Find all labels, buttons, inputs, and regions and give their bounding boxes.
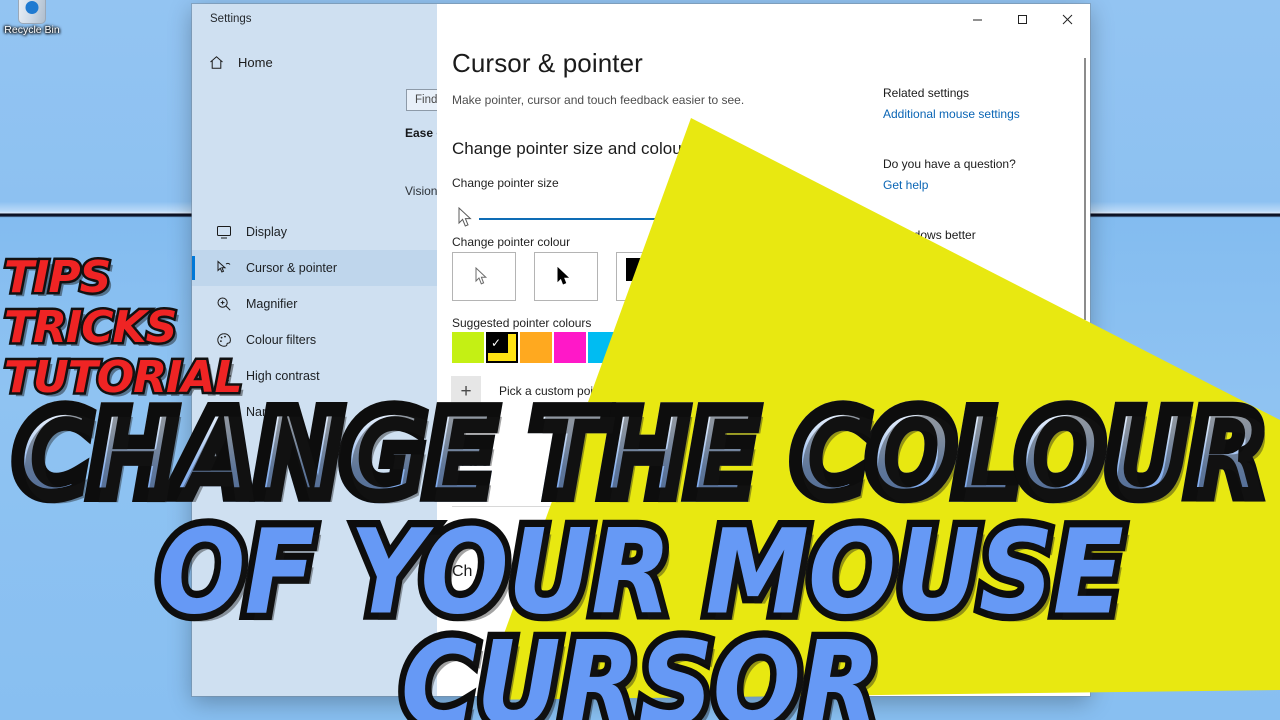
check-icon: ✓ — [491, 336, 502, 350]
monitor-icon — [215, 224, 232, 241]
recycle-bin-icon — [18, 0, 46, 24]
window-controls — [955, 4, 1090, 35]
sidebar-item-label: Cursor & pointer — [246, 261, 338, 275]
headline-line-2: OF YOUR MOUSE CURSOR — [151, 503, 1131, 720]
desktop-icon-recycle-bin[interactable]: Recycle Bin — [4, 0, 60, 36]
overlay-tricks: TRICKS — [2, 300, 180, 355]
cursor-preview-large-icon — [700, 195, 734, 247]
swatch-magenta[interactable] — [554, 332, 586, 363]
sidebar-item-label: Colour filters — [246, 333, 317, 347]
close-button[interactable] — [1045, 4, 1090, 35]
maximize-icon — [1018, 15, 1027, 24]
page-title: Cursor & pointer — [452, 48, 643, 78]
sidebar-group-label: Vision — [405, 184, 438, 198]
pointer-size-label: Change pointer size — [452, 176, 559, 190]
recycle-bin-label: Recycle Bin — [4, 24, 60, 36]
sidebar-item-home[interactable]: Home — [208, 54, 273, 71]
pointer-colour-label: Change pointer colour — [452, 235, 571, 249]
headline-line-1: CHANGE THE COLOUR — [0, 388, 1280, 519]
scrollbar-thumb[interactable] — [1084, 58, 1086, 320]
feedback-heading: n Windows better — [883, 228, 976, 242]
related-heading: Related settings — [883, 86, 970, 100]
custom-pointer-icon — [719, 271, 732, 289]
sidebar-item-label: High contrast — [246, 369, 320, 383]
page-subtitle: Make pointer, cursor and touch feedback … — [452, 93, 745, 107]
pointer-option-custom-colour[interactable]: ✓ — [698, 252, 762, 301]
related-block-2: Do you have a question? Get help — [883, 157, 1016, 192]
maximize-button[interactable] — [1000, 4, 1045, 35]
window-titlebar[interactable]: Settings — [192, 4, 1090, 36]
close-icon — [1062, 14, 1073, 25]
suggested-colour-swatches: ✓ — [452, 332, 722, 363]
swatch-red[interactable] — [690, 332, 722, 363]
give-feedback-link[interactable]: back — [883, 249, 976, 263]
swatch-orange[interactable] — [520, 332, 552, 363]
tips-tricks-tutorial-overlay: TIPS TRICKS TUTORIAL — [2, 250, 246, 405]
sidebar-item-display[interactable]: Display — [192, 214, 437, 250]
inverted-pointer-icon — [639, 272, 652, 290]
related-block-1: Related settings Additional mouse settin… — [883, 86, 1020, 121]
sidebar-home-label: Home — [238, 55, 273, 70]
swatch-cyan[interactable] — [588, 332, 620, 363]
pointer-option-black[interactable] — [534, 252, 598, 301]
cursor-preview-small-icon — [458, 206, 474, 234]
section-heading: Change pointer size and colour — [452, 139, 688, 158]
question-heading: Do you have a question? — [883, 157, 1016, 171]
get-help-link[interactable]: Get help — [883, 178, 1016, 192]
window-title: Settings — [210, 13, 252, 25]
related-block-3: n Windows better back — [883, 228, 976, 263]
check-icon: ✓ — [746, 256, 757, 271]
additional-mouse-settings-link[interactable]: Additional mouse settings — [883, 107, 1020, 121]
suggested-colours-label: Suggested pointer colours — [452, 316, 592, 330]
sidebar-item-label: Display — [246, 225, 287, 239]
overlay-tips: TIPS — [2, 250, 114, 305]
swatch-spring-green[interactable] — [622, 332, 654, 363]
slider-thumb[interactable] — [679, 210, 688, 229]
swatch-lime[interactable] — [452, 332, 484, 363]
pointer-option-inverted[interactable] — [616, 252, 680, 301]
white-pointer-icon — [475, 267, 488, 285]
home-icon — [210, 56, 223, 69]
pointer-option-white[interactable] — [452, 252, 516, 301]
swatch-yellow[interactable]: ✓ — [486, 332, 518, 363]
pointer-colour-options: ✓ — [452, 252, 762, 301]
headline-overlay: CHANGE THE COLOUR OF YOUR MOUSE CURSOR — [0, 388, 1280, 720]
minimize-button[interactable] — [955, 4, 1000, 35]
minimize-icon — [973, 19, 982, 21]
black-pointer-icon — [557, 267, 570, 285]
swatch-purple[interactable] — [656, 332, 688, 363]
sidebar-item-label: Magnifier — [246, 297, 298, 311]
slider-track[interactable] — [479, 218, 687, 220]
